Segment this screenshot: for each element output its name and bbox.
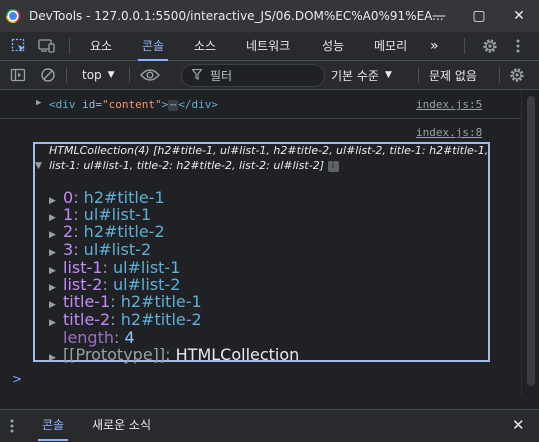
close-drawer-icon[interactable]: ✕: [512, 416, 525, 434]
context-selector[interactable]: top ▼: [82, 61, 115, 89]
divider: [66, 67, 67, 83]
chevron-down-icon: ▼: [384, 70, 392, 80]
collection-text: HTMLCollection(4) [h2#title-1, ul#list-1…: [49, 144, 489, 172]
drawer-tab-console[interactable]: 콘솔: [37, 410, 69, 441]
settings-gear-icon[interactable]: [481, 37, 499, 55]
source-link[interactable]: index.js:8: [416, 126, 482, 139]
divider: [464, 38, 465, 54]
source-link[interactable]: index.js:5: [416, 98, 482, 111]
console-prompt[interactable]: >: [12, 372, 22, 386]
expanded-triangle-icon[interactable]: ▼: [35, 159, 42, 174]
prototype-value: HTMLCollection: [175, 345, 300, 364]
tree-entry[interactable]: ▶ 2: h2#title-2: [49, 223, 165, 241]
close-window-button[interactable]: ✕: [499, 0, 539, 32]
prototype-key: [[Prototype]]: [63, 345, 166, 364]
entry-key: title-1: [63, 292, 111, 311]
more-tabs-button[interactable]: »: [430, 32, 439, 60]
drawer-tab-bar: 콘솔 새로운 소식 ✕: [0, 409, 539, 442]
filter-funnel-icon: [191, 68, 203, 83]
log-levels-label: 기본 수준: [331, 68, 379, 83]
more-options-icon[interactable]: [509, 37, 527, 55]
chrome-logo-icon: [6, 9, 20, 23]
maximize-button[interactable]: ▢: [459, 0, 499, 32]
chevron-down-icon: ▼: [107, 70, 115, 80]
filter-input[interactable]: 필터: [181, 64, 325, 87]
message-separator: [0, 118, 521, 119]
issues-button[interactable]: 문제 없음: [429, 61, 477, 89]
divider: [418, 67, 419, 83]
tag-end: </div>: [178, 98, 219, 111]
drawer-menu-icon[interactable]: [10, 418, 14, 437]
context-label: top: [82, 68, 102, 82]
divider: [129, 67, 130, 83]
entry-value: h2#title-2: [120, 310, 202, 329]
expand-triangle-icon[interactable]: ▶: [36, 98, 41, 108]
info-icon[interactable]: i: [327, 160, 339, 172]
div-element-preview[interactable]: <div id="content"> ⋯ </div>: [49, 98, 218, 111]
attr-eq: =: [95, 98, 102, 111]
expand-triangle-icon: ▶: [49, 318, 56, 328]
tab-elements[interactable]: 요소: [90, 32, 112, 60]
drawer-tab-whats-new[interactable]: 새로운 소식: [92, 410, 151, 440]
minimize-button[interactable]: —: [419, 0, 459, 32]
window-title: DevTools - 127.0.0.1:5500/interactive_JS…: [29, 9, 444, 23]
tree-entry[interactable]: ▶ 3: ul#list-2: [49, 241, 151, 259]
device-toolbar-icon[interactable]: [38, 37, 56, 55]
entry-value: ul#list-2: [83, 240, 152, 259]
attr-name: id: [82, 98, 96, 111]
divider: [499, 67, 500, 83]
console-toolbar: top ▼ 필터 기본 수준 ▼ 문제 없음: [0, 61, 539, 90]
tab-console[interactable]: 콘솔: [137, 32, 169, 61]
sidebar-toggle-icon[interactable]: [10, 61, 26, 89]
divider: [69, 38, 70, 54]
collapsed-ellipsis[interactable]: ⋯: [168, 100, 179, 111]
entry-key: title-2: [63, 310, 111, 329]
tab-network[interactable]: 네트워크: [246, 32, 290, 60]
tag-close: >: [161, 98, 169, 111]
tree-entry-prototype[interactable]: ▶ [[Prototype]]: HTMLCollection: [49, 346, 299, 364]
entry-key: 3: [63, 240, 74, 259]
tree-entry[interactable]: ▶ title-1: h2#title-1: [49, 293, 202, 311]
expand-triangle-icon: ▶: [49, 353, 56, 363]
tab-performance[interactable]: 성능: [322, 32, 344, 60]
clear-console-icon[interactable]: [40, 61, 56, 89]
attr-value: "content": [102, 98, 162, 111]
htmlcollection-summary[interactable]: ▼ HTMLCollection(4) [h2#title-1, ul#list…: [35, 143, 489, 173]
title-bar: DevTools - 127.0.0.1:5500/interactive_JS…: [0, 0, 539, 32]
window-controls: — ▢ ✕: [419, 0, 539, 32]
tree-entry[interactable]: ▶ title-2: h2#title-2: [49, 311, 202, 329]
scrollbar-thumb[interactable]: [527, 96, 535, 386]
entry-value: h2#title-1: [120, 292, 202, 311]
live-expression-eye-icon[interactable]: [140, 61, 160, 89]
inspect-element-icon[interactable]: [10, 37, 28, 55]
log-levels-dropdown[interactable]: 기본 수준 ▼: [331, 61, 392, 89]
tag-open: <div: [49, 98, 76, 111]
console-settings-gear-icon[interactable]: [509, 61, 525, 89]
tab-memory[interactable]: 메모리: [374, 32, 407, 60]
filter-placeholder: 필터: [210, 69, 233, 83]
console-message: ▶ <div id="content"> ⋯ </div> index.js:5: [0, 98, 521, 114]
entry-value: h2#title-2: [83, 222, 165, 241]
console-scrollbar[interactable]: [521, 90, 539, 395]
entry-key: 2: [63, 222, 74, 241]
tab-sources[interactable]: 소스: [194, 32, 216, 60]
devtools-tab-bar: 요소 콘솔 소스 네트워크 성능 메모리 »: [0, 32, 539, 61]
